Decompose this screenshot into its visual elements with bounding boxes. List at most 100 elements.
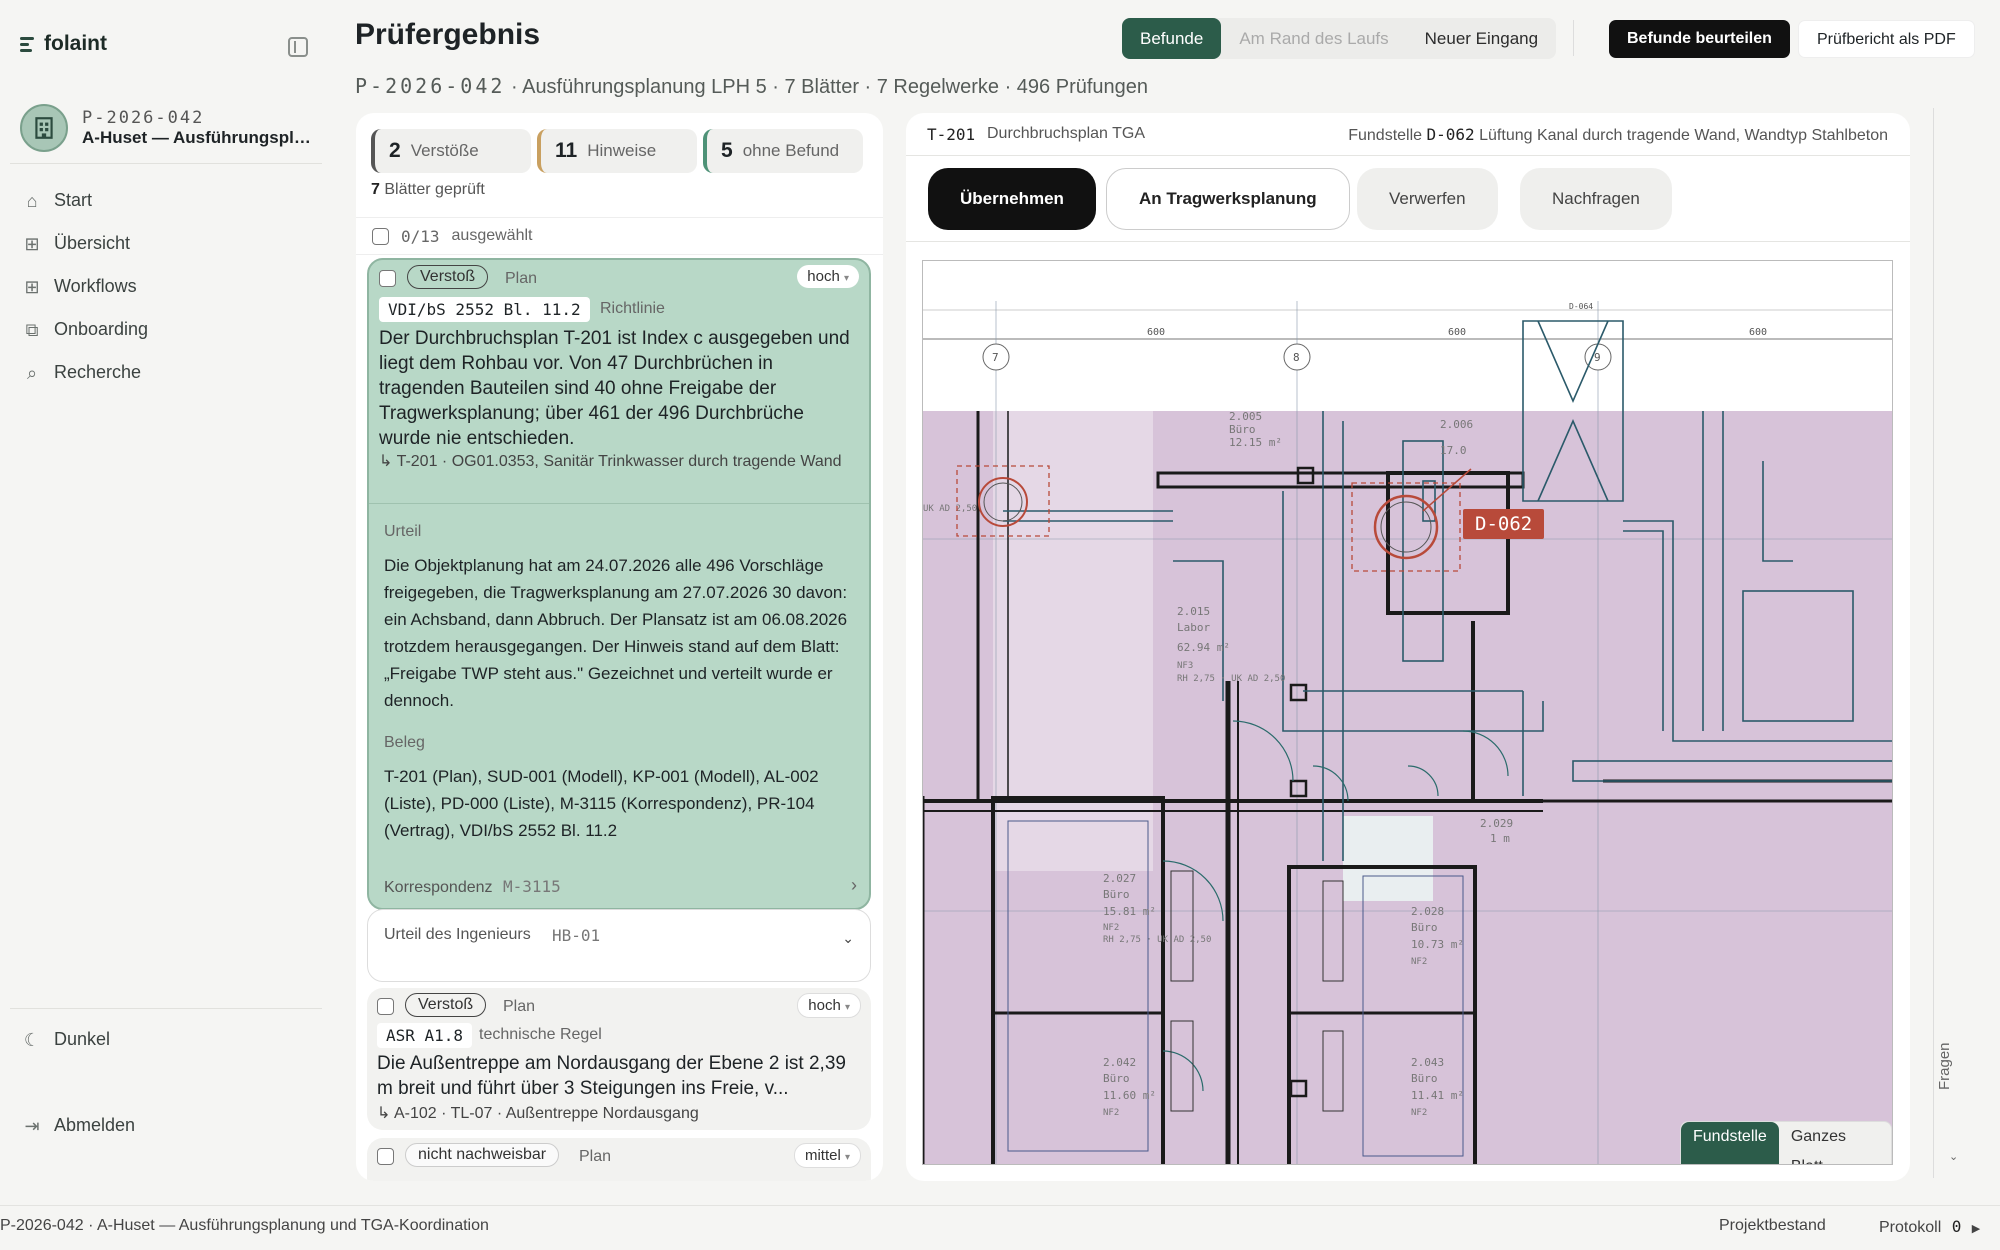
- finding-checkbox[interactable]: [379, 270, 396, 287]
- rule-code: VDI/bS 2552 Bl. 11.2: [379, 297, 590, 322]
- finding-card-selected[interactable]: Verstoß Plan hoch ▾ VDI/bS 2552 Bl. 11.2…: [367, 258, 871, 910]
- severity-select[interactable]: mittel ▾: [793, 1143, 861, 1168]
- sidebar: folaint P-2026-042 A-Huset — Ausführungs…: [0, 0, 338, 1205]
- room-no: 2.043: [1411, 1056, 1444, 1069]
- mode-fundstelle[interactable]: Fundstelle: [1681, 1122, 1779, 1164]
- building-icon: [20, 104, 68, 152]
- nav-item-overview[interactable]: ⊞ Übersicht: [22, 233, 130, 254]
- selected-count: 0/13: [401, 226, 440, 246]
- finding-text: Der Durchbruchsplan T-201 ist Index c au…: [379, 328, 850, 449]
- brand-name: folaint: [44, 32, 107, 55]
- finding-checkbox[interactable]: [377, 998, 394, 1015]
- collapse-sidebar-icon[interactable]: [288, 37, 308, 57]
- caret-down-icon: ▾: [844, 1002, 850, 1013]
- nav-item-onboarding[interactable]: ⧉ Onboarding: [22, 319, 149, 340]
- logout-icon: ⇥: [24, 1115, 40, 1136]
- logout-button[interactable]: ⇥ Abmelden: [22, 1115, 135, 1136]
- theme-toggle[interactable]: ☾ Dunkel: [22, 1029, 110, 1050]
- engineer-id: HB-01: [552, 926, 601, 945]
- stat-count: 5: [721, 139, 733, 162]
- tab-neuer-eingang[interactable]: Neuer Eingang: [1407, 18, 1556, 59]
- finding-scope: Plan: [579, 1148, 612, 1165]
- chevron-right-icon[interactable]: ›: [851, 875, 857, 896]
- finding-reference[interactable]: ↳ T-201 · OG01.0353, Sanitär Trinkwasser…: [379, 450, 849, 473]
- rule-kind: technische Regel: [479, 1026, 602, 1043]
- project-switcher[interactable]: P-2026-042 A-Huset — Ausführungsplanung …: [20, 104, 312, 152]
- chevron-down-icon: ⌄: [842, 930, 854, 946]
- plan-header: T-201 Durchbruchsplan TGA Fundstelle D-0…: [906, 113, 1910, 156]
- questions-toggle[interactable]: Fragen: [1936, 1042, 1953, 1090]
- severity-value: mittel: [804, 1147, 841, 1164]
- assess-findings-button[interactable]: Befunde beurteilen: [1609, 20, 1790, 58]
- questions-rail: [1933, 108, 1934, 1178]
- workflow-icon: ⊞: [24, 276, 40, 297]
- tab-befunde[interactable]: Befunde: [1122, 18, 1222, 59]
- room-area: 15.81 m²: [1103, 905, 1156, 918]
- correspondence-link[interactable]: Korrespondenz M-3115: [384, 877, 561, 897]
- nav-item-workflows[interactable]: ⊞ Workflows: [22, 276, 136, 297]
- finding-checkbox[interactable]: [377, 1148, 394, 1165]
- brand-logo[interactable]: folaint: [20, 32, 107, 56]
- caret-down-icon: ▾: [843, 273, 849, 284]
- sheet-id: T-201: [927, 125, 976, 144]
- finding-text: Die Außentreppe am Nordausgang der Ebene…: [377, 1053, 846, 1099]
- severity-select[interactable]: hoch ▾: [797, 265, 859, 288]
- divider: [10, 1008, 322, 1009]
- view-tabs: Befunde Am Rand des Laufs Neuer Eingang: [1122, 18, 1557, 59]
- room-nf: NF2: [1411, 1108, 1427, 1118]
- page-title: Prüfergebnis: [355, 18, 541, 51]
- room-no: 2.027: [1103, 872, 1136, 885]
- project-name: A-Huset — Ausführungsplanung und TGA-Koo…: [82, 128, 312, 147]
- room-nf: NF2: [1103, 923, 1119, 933]
- severity-value: hoch: [808, 997, 841, 1014]
- sheets-label: Blätter geprüft: [384, 181, 485, 198]
- footer-log-link[interactable]: Protokoll 0 ▶: [1879, 1217, 1980, 1237]
- discard-button[interactable]: Verwerfen: [1357, 168, 1498, 230]
- stat-label: ohne Befund: [742, 141, 840, 160]
- finding-card[interactable]: Verstoß Plan hoch ▾ ASR A1.8 technische …: [367, 988, 871, 1130]
- stat-violations[interactable]: 2 Verstöße: [371, 129, 531, 173]
- stat-hints[interactable]: 11 Hinweise: [537, 129, 697, 173]
- verdict-label: Urteil: [384, 523, 422, 540]
- sheets-count: 7: [371, 181, 380, 198]
- view-mode-toggle: Fundstelle Ganzes Blatt: [1680, 1121, 1892, 1164]
- caret-down-icon: ▾: [844, 1152, 850, 1163]
- stat-count: 11: [555, 139, 578, 162]
- divider: [10, 163, 322, 164]
- grid-icon: ⊞: [24, 233, 40, 254]
- room-no: 2.029: [1480, 817, 1513, 830]
- select-all-checkbox[interactable]: [372, 227, 389, 245]
- log-label: Protokoll: [1879, 1219, 1942, 1236]
- severity-value: hoch: [807, 268, 840, 285]
- chevron-down-icon[interactable]: ⌄: [1949, 1150, 1958, 1163]
- penetration-marker[interactable]: D-062: [1463, 509, 1545, 539]
- finding-reference[interactable]: ↳ A-102 · TL-07 · Außentreppe Nordausgan…: [377, 1102, 857, 1125]
- accept-button[interactable]: Übernehmen: [928, 168, 1096, 230]
- engineer-verdict-dropdown[interactable]: Urteil des Ingenieurs HB-01 ⌄: [367, 909, 871, 982]
- mode-whole-sheet[interactable]: Ganzes Blatt: [1779, 1122, 1891, 1164]
- dim-label: 600: [1749, 327, 1767, 338]
- footer-stock-link[interactable]: Projektbestand: [1719, 1217, 1826, 1235]
- query-button[interactable]: Nachfragen: [1520, 168, 1672, 230]
- select-all-row: 0/13 ausgewählt: [356, 217, 883, 255]
- stat-ok[interactable]: 5 ohne Befund: [703, 129, 863, 173]
- room-area: 10.73 m²: [1411, 938, 1464, 951]
- severity-select[interactable]: hoch ▾: [797, 993, 861, 1018]
- logout-label: Abmelden: [54, 1115, 136, 1135]
- nav-item-research[interactable]: ⌕ Recherche: [22, 362, 141, 383]
- dim-label: 600: [1147, 327, 1165, 338]
- room-name: Büro: [1411, 921, 1438, 934]
- pdf-report-button[interactable]: Prüfbericht als PDF: [1798, 20, 1975, 58]
- room-area: 17.0: [1440, 444, 1467, 457]
- tab-am-rand[interactable]: Am Rand des Laufs: [1221, 18, 1406, 59]
- stat-label: Hinweise: [587, 141, 657, 160]
- correspondence-label: Korrespondenz: [384, 879, 493, 896]
- finding-card[interactable]: nicht nachweisbar Plan mittel ▾: [367, 1138, 871, 1181]
- room-name: Büro: [1411, 1072, 1438, 1085]
- room-area: 1 m: [1490, 832, 1510, 845]
- questions-label: Fragen: [1936, 1042, 1953, 1090]
- to-structural-button[interactable]: An Tragwerksplanung: [1106, 168, 1350, 230]
- home-icon: ⌂: [26, 190, 38, 211]
- nav-item-start[interactable]: ⌂ Start: [22, 190, 92, 211]
- plan-drawing[interactable]: 600 600 600 600 D-064 7 8 9 2.005 Büro 1…: [922, 260, 1893, 1165]
